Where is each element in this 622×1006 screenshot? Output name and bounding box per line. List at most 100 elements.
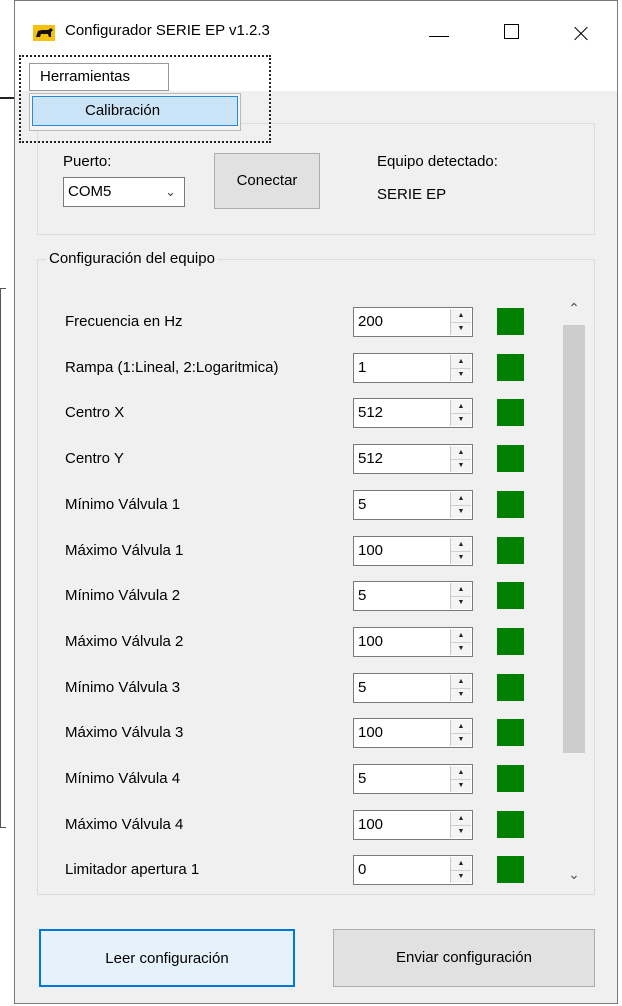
background-frame-edge: [0, 288, 6, 289]
spin-up-icon[interactable]: ▲: [451, 675, 471, 689]
spin-down-icon[interactable]: ▼: [451, 779, 471, 792]
status-indicator: [497, 308, 524, 335]
spin-down-icon[interactable]: ▼: [451, 596, 471, 609]
param-spinbox[interactable]: 100 ▲ ▼: [353, 718, 473, 748]
param-spinbox[interactable]: 512 ▲ ▼: [353, 444, 473, 474]
param-value: 5: [358, 770, 367, 787]
spin-up-icon[interactable]: ▲: [451, 629, 471, 643]
spin-down-icon[interactable]: ▼: [451, 505, 471, 518]
param-spinbox[interactable]: 100 ▲ ▼: [353, 810, 473, 840]
spin-buttons: ▲ ▼: [450, 400, 471, 426]
spin-buttons: ▲ ▼: [450, 720, 471, 746]
title-bar[interactable]: Configurador SERIE EP v1.2.3: [15, 1, 617, 61]
param-row: Centro X 512 ▲ ▼: [15, 398, 575, 428]
param-spinbox[interactable]: 5 ▲ ▼: [353, 673, 473, 703]
param-label: Máximo Válvula 3: [65, 724, 184, 741]
param-label: Mínimo Válvula 3: [65, 679, 181, 696]
param-value: 512: [358, 450, 384, 467]
param-label: Máximo Válvula 1: [65, 542, 184, 559]
spin-buttons: ▲ ▼: [450, 583, 471, 609]
chevron-up-icon[interactable]: ⌃: [561, 295, 587, 321]
spin-up-icon[interactable]: ▲: [451, 446, 471, 460]
param-spinbox[interactable]: 5 ▲ ▼: [353, 764, 473, 794]
spin-up-icon[interactable]: ▲: [451, 309, 471, 323]
chevron-down-icon[interactable]: ⌄: [561, 861, 587, 887]
param-row: Mínimo Válvula 1 5 ▲ ▼: [15, 490, 575, 520]
read-config-button[interactable]: Leer configuración: [39, 929, 295, 987]
spin-up-icon[interactable]: ▲: [451, 766, 471, 780]
bull-logo-icon: [33, 25, 55, 41]
port-select[interactable]: COM5 ⌄: [63, 177, 185, 207]
param-label: Limitador apertura 1: [65, 861, 200, 878]
spin-up-icon[interactable]: ▲: [451, 583, 471, 597]
param-row: Limitador apertura 1 0 ▲ ▼: [15, 855, 575, 885]
spin-up-icon[interactable]: ▲: [451, 720, 471, 734]
param-value: 0: [358, 861, 367, 878]
detected-label: Equipo detectado:: [377, 153, 498, 170]
minimize-button[interactable]: [419, 15, 459, 51]
spin-up-icon[interactable]: ▲: [451, 857, 471, 871]
status-indicator: [497, 354, 524, 381]
status-indicator: [497, 399, 524, 426]
param-label: Mínimo Válvula 4: [65, 770, 181, 787]
detected-value: SERIE EP: [377, 186, 447, 203]
param-label: Máximo Válvula 2: [65, 633, 184, 650]
param-row: Máximo Válvula 3 100 ▲ ▼: [15, 718, 575, 748]
background-frame-edge: [0, 827, 6, 828]
param-spinbox[interactable]: 100 ▲ ▼: [353, 536, 473, 566]
spin-down-icon[interactable]: ▼: [451, 870, 471, 883]
spin-up-icon[interactable]: ▲: [451, 538, 471, 552]
spin-down-icon[interactable]: ▼: [451, 413, 471, 426]
param-label: Rampa (1:Lineal, 2:Logaritmica): [65, 359, 279, 376]
param-spinbox[interactable]: 200 ▲ ▼: [353, 307, 473, 337]
status-indicator: [497, 628, 524, 655]
spin-up-icon[interactable]: ▲: [451, 355, 471, 369]
spin-up-icon[interactable]: ▲: [451, 492, 471, 506]
config-scrollbar[interactable]: ⌃ ⌄: [561, 295, 587, 887]
param-spinbox[interactable]: 5 ▲ ▼: [353, 581, 473, 611]
menu-bar: Herramientas: [15, 61, 617, 91]
maximize-icon: [491, 15, 531, 51]
status-indicator: [497, 719, 524, 746]
param-label: Centro Y: [65, 450, 124, 467]
spin-down-icon[interactable]: ▼: [451, 688, 471, 701]
param-spinbox[interactable]: 512 ▲ ▼: [353, 398, 473, 428]
spin-up-icon[interactable]: ▲: [451, 400, 471, 414]
param-row: Mínimo Válvula 4 5 ▲ ▼: [15, 764, 575, 794]
tools-dropdown: Calibración: [29, 93, 241, 131]
app-window: Configurador SERIE EP v1.2.3 Herramienta…: [14, 0, 618, 1004]
spin-down-icon[interactable]: ▼: [451, 368, 471, 381]
menu-herramientas[interactable]: Herramientas: [29, 63, 169, 91]
spin-buttons: ▲ ▼: [450, 355, 471, 381]
status-indicator: [497, 582, 524, 609]
spin-buttons: ▲ ▼: [450, 492, 471, 518]
spin-buttons: ▲ ▼: [450, 309, 471, 335]
param-value: 200: [358, 313, 384, 330]
spin-buttons: ▲ ▼: [450, 857, 471, 883]
connect-button[interactable]: Conectar: [214, 153, 320, 209]
param-spinbox[interactable]: 5 ▲ ▼: [353, 490, 473, 520]
param-spinbox[interactable]: 100 ▲ ▼: [353, 627, 473, 657]
param-row: Máximo Válvula 1 100 ▲ ▼: [15, 536, 575, 566]
param-row: Máximo Válvula 4 100 ▲ ▼: [15, 810, 575, 840]
status-indicator: [497, 674, 524, 701]
send-config-button[interactable]: Enviar configuración: [333, 929, 595, 987]
maximize-button[interactable]: [491, 15, 531, 51]
spin-down-icon[interactable]: ▼: [451, 642, 471, 655]
param-row: Frecuencia en Hz 200 ▲ ▼: [15, 307, 575, 337]
param-spinbox[interactable]: 0 ▲ ▼: [353, 855, 473, 885]
spin-down-icon[interactable]: ▼: [451, 322, 471, 335]
spin-down-icon[interactable]: ▼: [451, 551, 471, 564]
spin-down-icon[interactable]: ▼: [451, 733, 471, 746]
param-row: Rampa (1:Lineal, 2:Logaritmica) 1 ▲ ▼: [15, 353, 575, 383]
menu-item-calibracion[interactable]: Calibración: [32, 96, 238, 126]
spin-up-icon[interactable]: ▲: [451, 812, 471, 826]
param-spinbox[interactable]: 1 ▲ ▼: [353, 353, 473, 383]
scroll-thumb[interactable]: [563, 325, 585, 753]
status-indicator: [497, 811, 524, 838]
spin-down-icon[interactable]: ▼: [451, 825, 471, 838]
spin-down-icon[interactable]: ▼: [451, 459, 471, 472]
param-label: Frecuencia en Hz: [65, 313, 183, 330]
close-icon: [561, 15, 601, 51]
close-button[interactable]: [561, 15, 601, 51]
